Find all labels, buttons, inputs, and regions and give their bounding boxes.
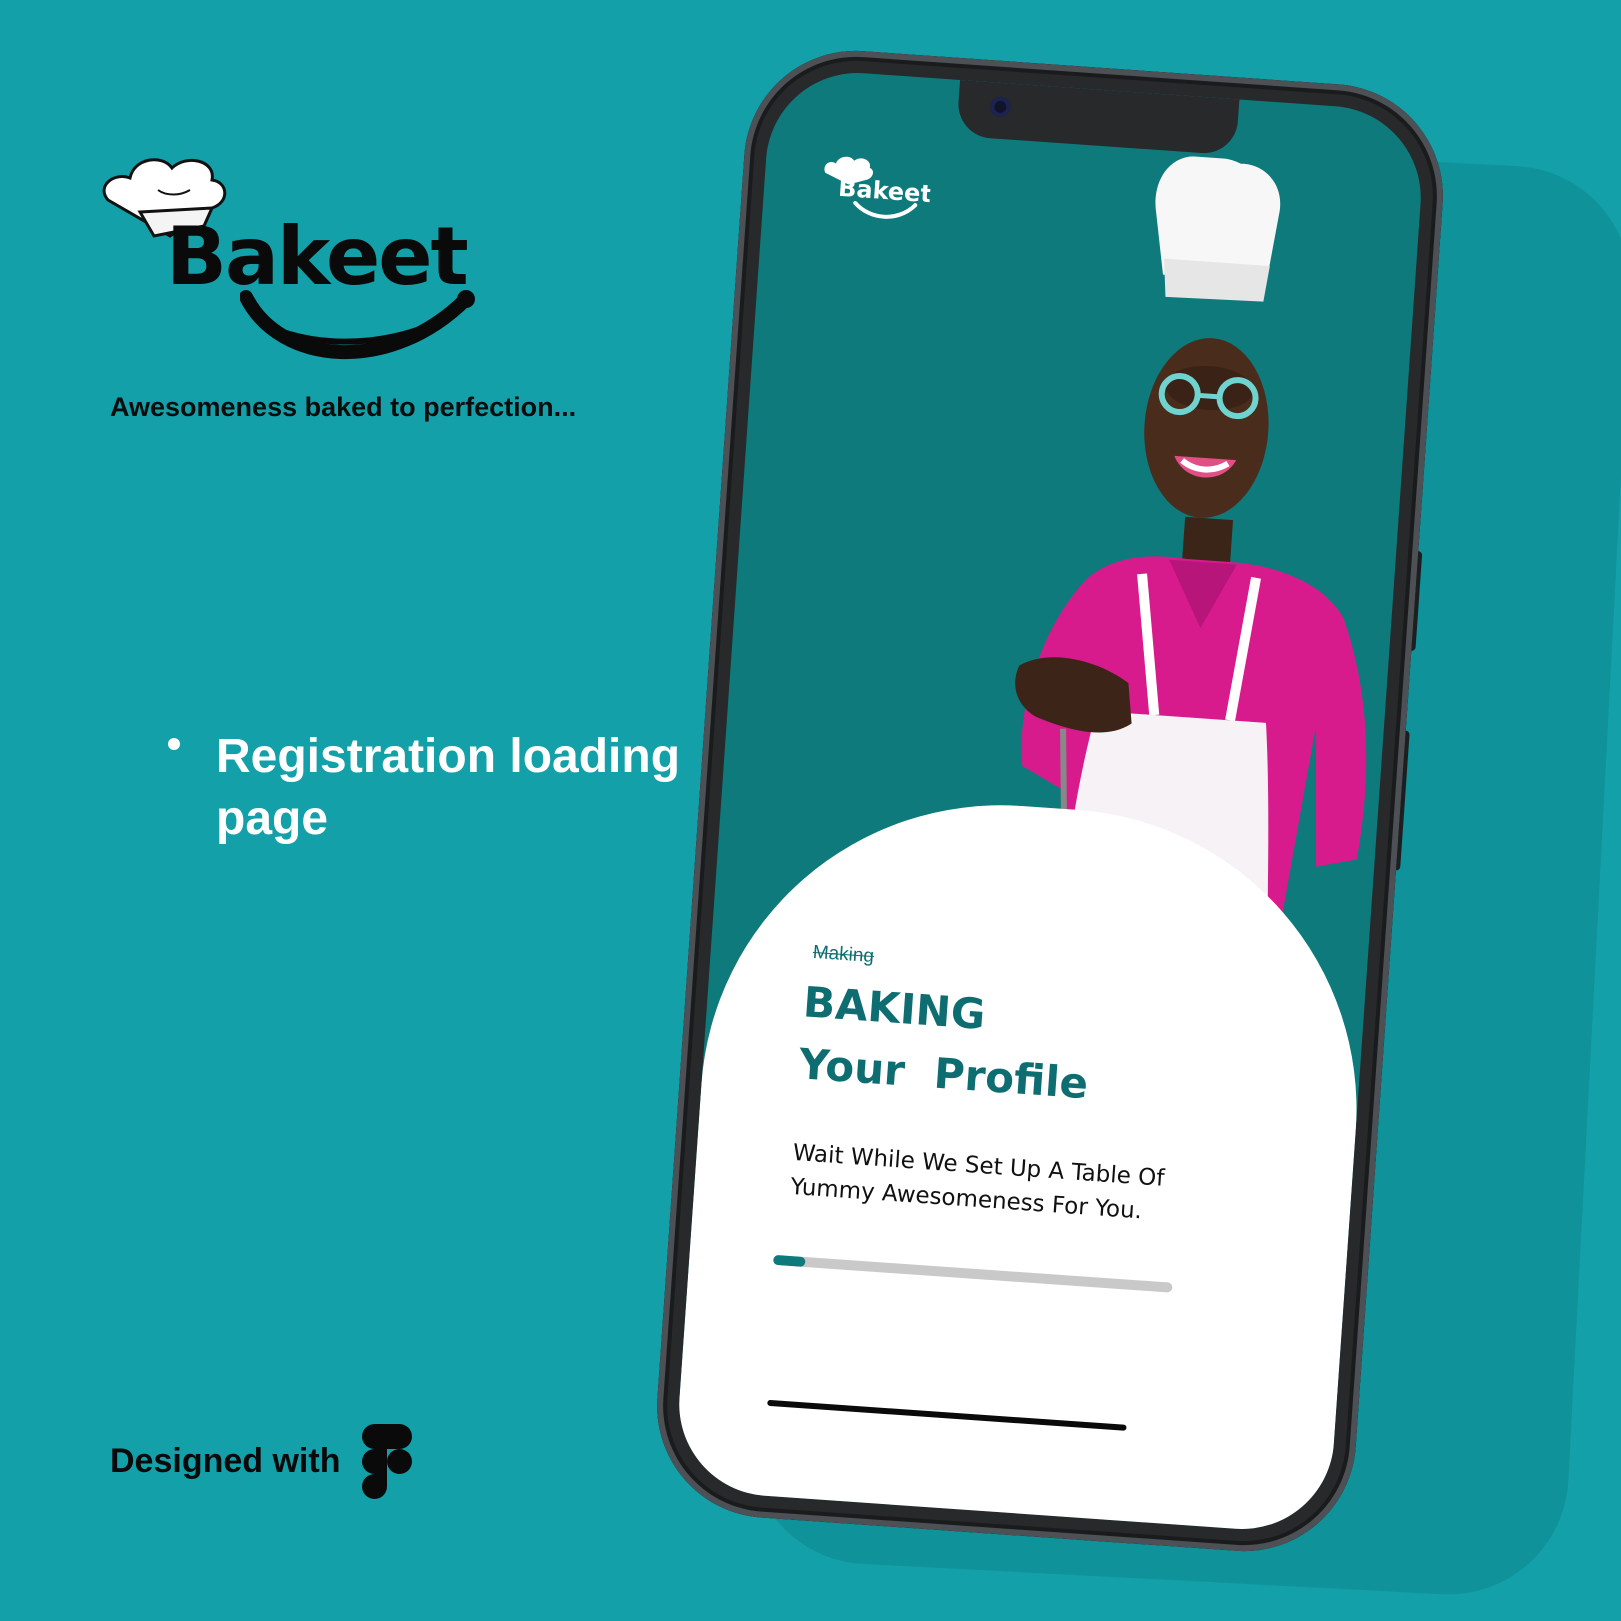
brand-logo: Bakeet	[100, 150, 480, 380]
home-indicator	[767, 1399, 1127, 1431]
app-logo-text: Bakeet	[837, 174, 932, 208]
designed-with-label: Designed with	[110, 1442, 341, 1480]
loading-subtitle: Wait While We Set Up A Table Of Yummy Aw…	[789, 1139, 1166, 1225]
designed-with: Designed with	[110, 1424, 413, 1499]
feature-title: Registration loading page	[216, 730, 681, 845]
smile-icon	[240, 290, 475, 359]
progress-fill	[772, 1254, 806, 1268]
struck-text: Making	[812, 941, 875, 968]
loading-title: BAKING Your Profile	[797, 971, 1095, 1115]
app-logo: Bakeet	[824, 156, 933, 219]
phone-mockup: Bakeet Making BAKING Your Profile Wait W…	[649, 43, 1451, 1559]
progress-bar	[772, 1254, 1173, 1293]
camera-icon	[989, 96, 1011, 118]
phone-screen: Bakeet Making BAKING Your Profile Wait W…	[673, 66, 1427, 1536]
figma-icon	[362, 1424, 413, 1499]
bullet-icon	[168, 738, 180, 750]
brand-tagline: Awesomeness baked to perfection...	[110, 392, 577, 422]
